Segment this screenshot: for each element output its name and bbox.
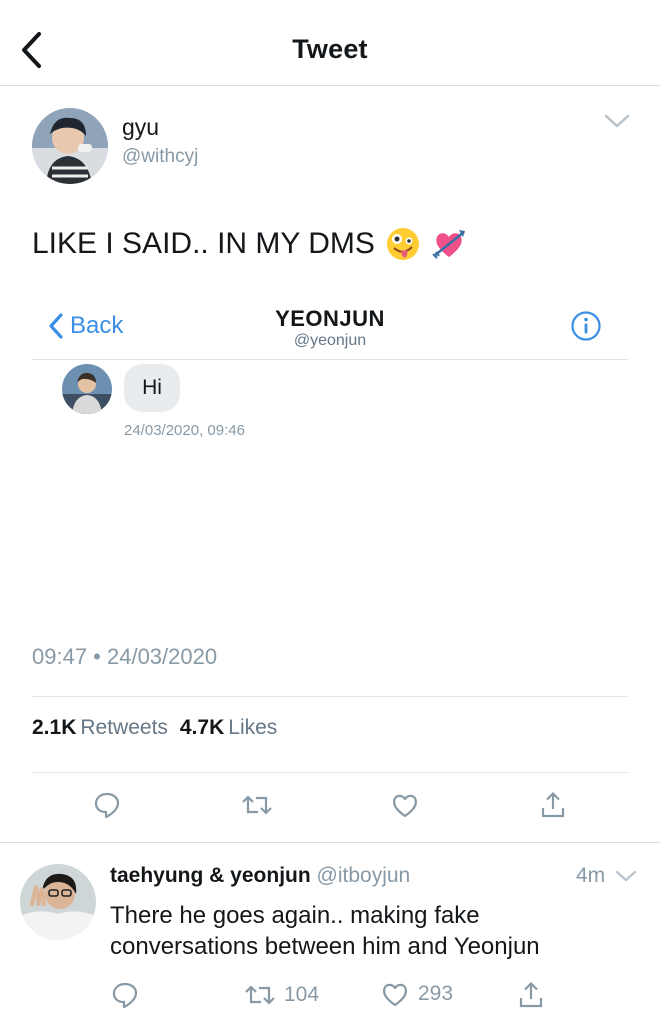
divider — [32, 696, 628, 697]
zany-face-emoji-icon — [385, 226, 421, 262]
retweet-icon — [245, 985, 275, 1005]
dm-message-bubble: Hi — [124, 364, 180, 412]
share-icon[interactable] — [516, 980, 546, 1010]
dm-contact-handle: @yeonjun — [293, 332, 367, 349]
dm-contact-avatar — [62, 364, 112, 414]
likes-count[interactable]: 4.7K — [180, 716, 224, 740]
chevron-down-icon[interactable] — [614, 866, 638, 886]
chevron-down-icon[interactable] — [602, 108, 632, 132]
section-separator — [0, 842, 660, 843]
dm-contact-name: YEONJUN — [275, 306, 385, 331]
author-name[interactable]: gyu — [122, 114, 159, 141]
tweet-text-content: LIKE I SAID.. IN MY DMS — [32, 227, 375, 260]
author-handle[interactable]: @withcyj — [122, 146, 198, 168]
retweets-label[interactable]: Retweets — [80, 716, 168, 740]
tweet-timestamp: 09:47 • 24/03/2020 — [32, 644, 218, 669]
like-icon[interactable] — [388, 788, 422, 822]
info-icon — [570, 310, 602, 342]
dm-message-time: 24/03/2020, 09:46 — [124, 422, 245, 439]
reply-text: There he goes again.. making fake conver… — [110, 902, 540, 960]
tweet-action-bar — [0, 788, 660, 828]
tweet-stats: 2.1K Retweets 4.7K Likes — [32, 716, 285, 740]
retweets-count[interactable]: 2.1K — [32, 716, 76, 740]
reply-author-name[interactable]: taehyung & yeonjun — [110, 864, 311, 887]
reply-time: 4m — [576, 864, 606, 887]
tweet-text: LIKE I SAID.. IN MY DMS — [32, 226, 467, 262]
like-icon — [383, 983, 407, 1007]
share-icon[interactable] — [536, 788, 570, 822]
reply-retweet-count: 104 — [284, 983, 320, 1006]
retweet-icon[interactable] — [240, 788, 274, 822]
reply-avatar[interactable] — [20, 864, 96, 940]
reply-like-count: 293 — [418, 982, 454, 1005]
reply-icon[interactable] — [90, 788, 124, 822]
reply-retweet-button[interactable]: 104 — [244, 980, 319, 1010]
reply-header: taehyung & yeonjun @itboyjun — [110, 864, 410, 888]
reply-like-button[interactable]: 293 — [380, 980, 453, 1008]
dm-screenshot-header: Back YEONJUN @yeonjun — [32, 296, 628, 360]
divider — [32, 772, 628, 773]
reply-action-bar: 104 293 — [0, 980, 660, 1014]
likes-label[interactable]: Likes — [228, 716, 277, 740]
heart-with-arrow-emoji-icon — [431, 226, 467, 262]
top-bar: Tweet — [0, 0, 660, 86]
dm-message-text: Hi — [142, 376, 162, 399]
author-avatar[interactable] — [32, 108, 108, 184]
reply-author-handle[interactable]: @itboyjun — [317, 864, 411, 887]
reply-icon[interactable] — [110, 980, 140, 1010]
page-title: Tweet — [292, 34, 368, 64]
